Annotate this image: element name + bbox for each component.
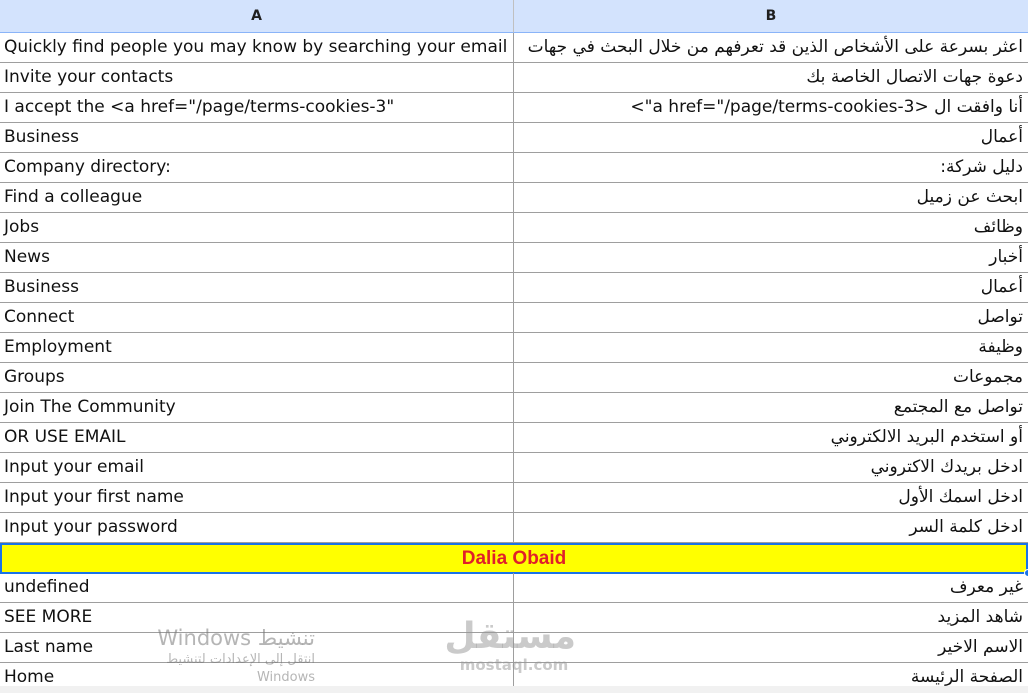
table-row: Connect تواصل: [0, 303, 1028, 333]
table-row: I accept the <a href="/page/terms-cookie…: [0, 93, 1028, 123]
table-row: Input your email ادخل بريدك الاكتروني: [0, 453, 1028, 483]
cell-a[interactable]: Input your first name: [0, 483, 514, 513]
cell-a[interactable]: News: [0, 243, 514, 273]
cell-a[interactable]: Quickly find people you may know by sear…: [0, 33, 514, 63]
table-row: Find a colleague ابحث عن زميل: [0, 183, 1028, 213]
cell-a[interactable]: Company directory:: [0, 153, 514, 183]
table-row: Input your first name ادخل اسمك الأول: [0, 483, 1028, 513]
table-row: Last name الاسم الاخير: [0, 633, 1028, 663]
horizontal-scrollbar[interactable]: [0, 686, 1028, 693]
cell-b[interactable]: أعمال: [514, 123, 1028, 153]
cell-a[interactable]: Invite your contacts: [0, 63, 514, 93]
cell-b[interactable]: شاهد المزيد: [514, 603, 1028, 633]
cell-a[interactable]: SEE MORE: [0, 603, 514, 633]
cell-a[interactable]: Connect: [0, 303, 514, 333]
cell-b[interactable]: الاسم الاخير: [514, 633, 1028, 663]
table-row: undefined غير معرف: [0, 573, 1028, 603]
cell-a[interactable]: Input your email: [0, 453, 514, 483]
cell-b[interactable]: اعثر بسرعة على الأشخاص الذين قد تعرفهم م…: [514, 33, 1028, 63]
cell-b[interactable]: دليل شركة:: [514, 153, 1028, 183]
column-header-b[interactable]: B: [514, 0, 1028, 33]
table-row: Company directory: دليل شركة:: [0, 153, 1028, 183]
cell-b[interactable]: تواصل مع المجتمع: [514, 393, 1028, 423]
table-row: Input your password ادخل كلمة السر: [0, 513, 1028, 543]
cell-a[interactable]: undefined: [0, 573, 514, 603]
cell-b[interactable]: دعوة جهات الاتصال الخاصة بك: [514, 63, 1028, 93]
cell-a[interactable]: Last name: [0, 633, 514, 663]
cell-a[interactable]: OR USE EMAIL: [0, 423, 514, 453]
table-row: Quickly find people you may know by sear…: [0, 33, 1028, 63]
cell-b[interactable]: وظيفة: [514, 333, 1028, 363]
cell-a[interactable]: Find a colleague: [0, 183, 514, 213]
merged-row: Dalia Obaid: [0, 543, 1028, 577]
cell-a[interactable]: Jobs: [0, 213, 514, 243]
table-row: Groups مجموعات: [0, 363, 1028, 393]
table-row: OR USE EMAIL أو استخدم البريد الالكتروني: [0, 423, 1028, 453]
cell-a[interactable]: I accept the <a href="/page/terms-cookie…: [0, 93, 514, 123]
table-row: SEE MORE شاهد المزيد: [0, 603, 1028, 633]
column-header-a[interactable]: A: [0, 0, 514, 33]
cell-b[interactable]: ادخل بريدك الاكتروني: [514, 453, 1028, 483]
cell-b[interactable]: أعمال: [514, 273, 1028, 303]
cell-b[interactable]: وظائف: [514, 213, 1028, 243]
merged-cell-selected[interactable]: Dalia Obaid: [0, 543, 1028, 574]
cell-a[interactable]: Employment: [0, 333, 514, 363]
cell-a[interactable]: Groups: [0, 363, 514, 393]
cell-b[interactable]: أخبار: [514, 243, 1028, 273]
cell-b[interactable]: أو استخدم البريد الالكتروني: [514, 423, 1028, 453]
cell-a[interactable]: Input your password: [0, 513, 514, 543]
table-row: Join The Community تواصل مع المجتمع: [0, 393, 1028, 423]
cell-a[interactable]: Join The Community: [0, 393, 514, 423]
table-row: Business أعمال: [0, 273, 1028, 303]
cell-b[interactable]: غير معرف: [514, 573, 1028, 603]
table-row: News أخبار: [0, 243, 1028, 273]
column-header-row: A B: [0, 0, 1028, 33]
table-row: Jobs وظائف: [0, 213, 1028, 243]
cell-b[interactable]: ادخل اسمك الأول: [514, 483, 1028, 513]
cell-a[interactable]: Business: [0, 123, 514, 153]
cell-a[interactable]: Business: [0, 273, 514, 303]
table-row: Business أعمال: [0, 123, 1028, 153]
cell-b[interactable]: أنا وافقت ال <a href="/page/terms-cookie…: [514, 93, 1028, 123]
table-row: Invite your contacts دعوة جهات الاتصال ا…: [0, 63, 1028, 93]
table-row: Employment وظيفة: [0, 333, 1028, 363]
cell-b[interactable]: تواصل: [514, 303, 1028, 333]
cell-b[interactable]: ادخل كلمة السر: [514, 513, 1028, 543]
cell-b[interactable]: ابحث عن زميل: [514, 183, 1028, 213]
cell-b[interactable]: مجموعات: [514, 363, 1028, 393]
